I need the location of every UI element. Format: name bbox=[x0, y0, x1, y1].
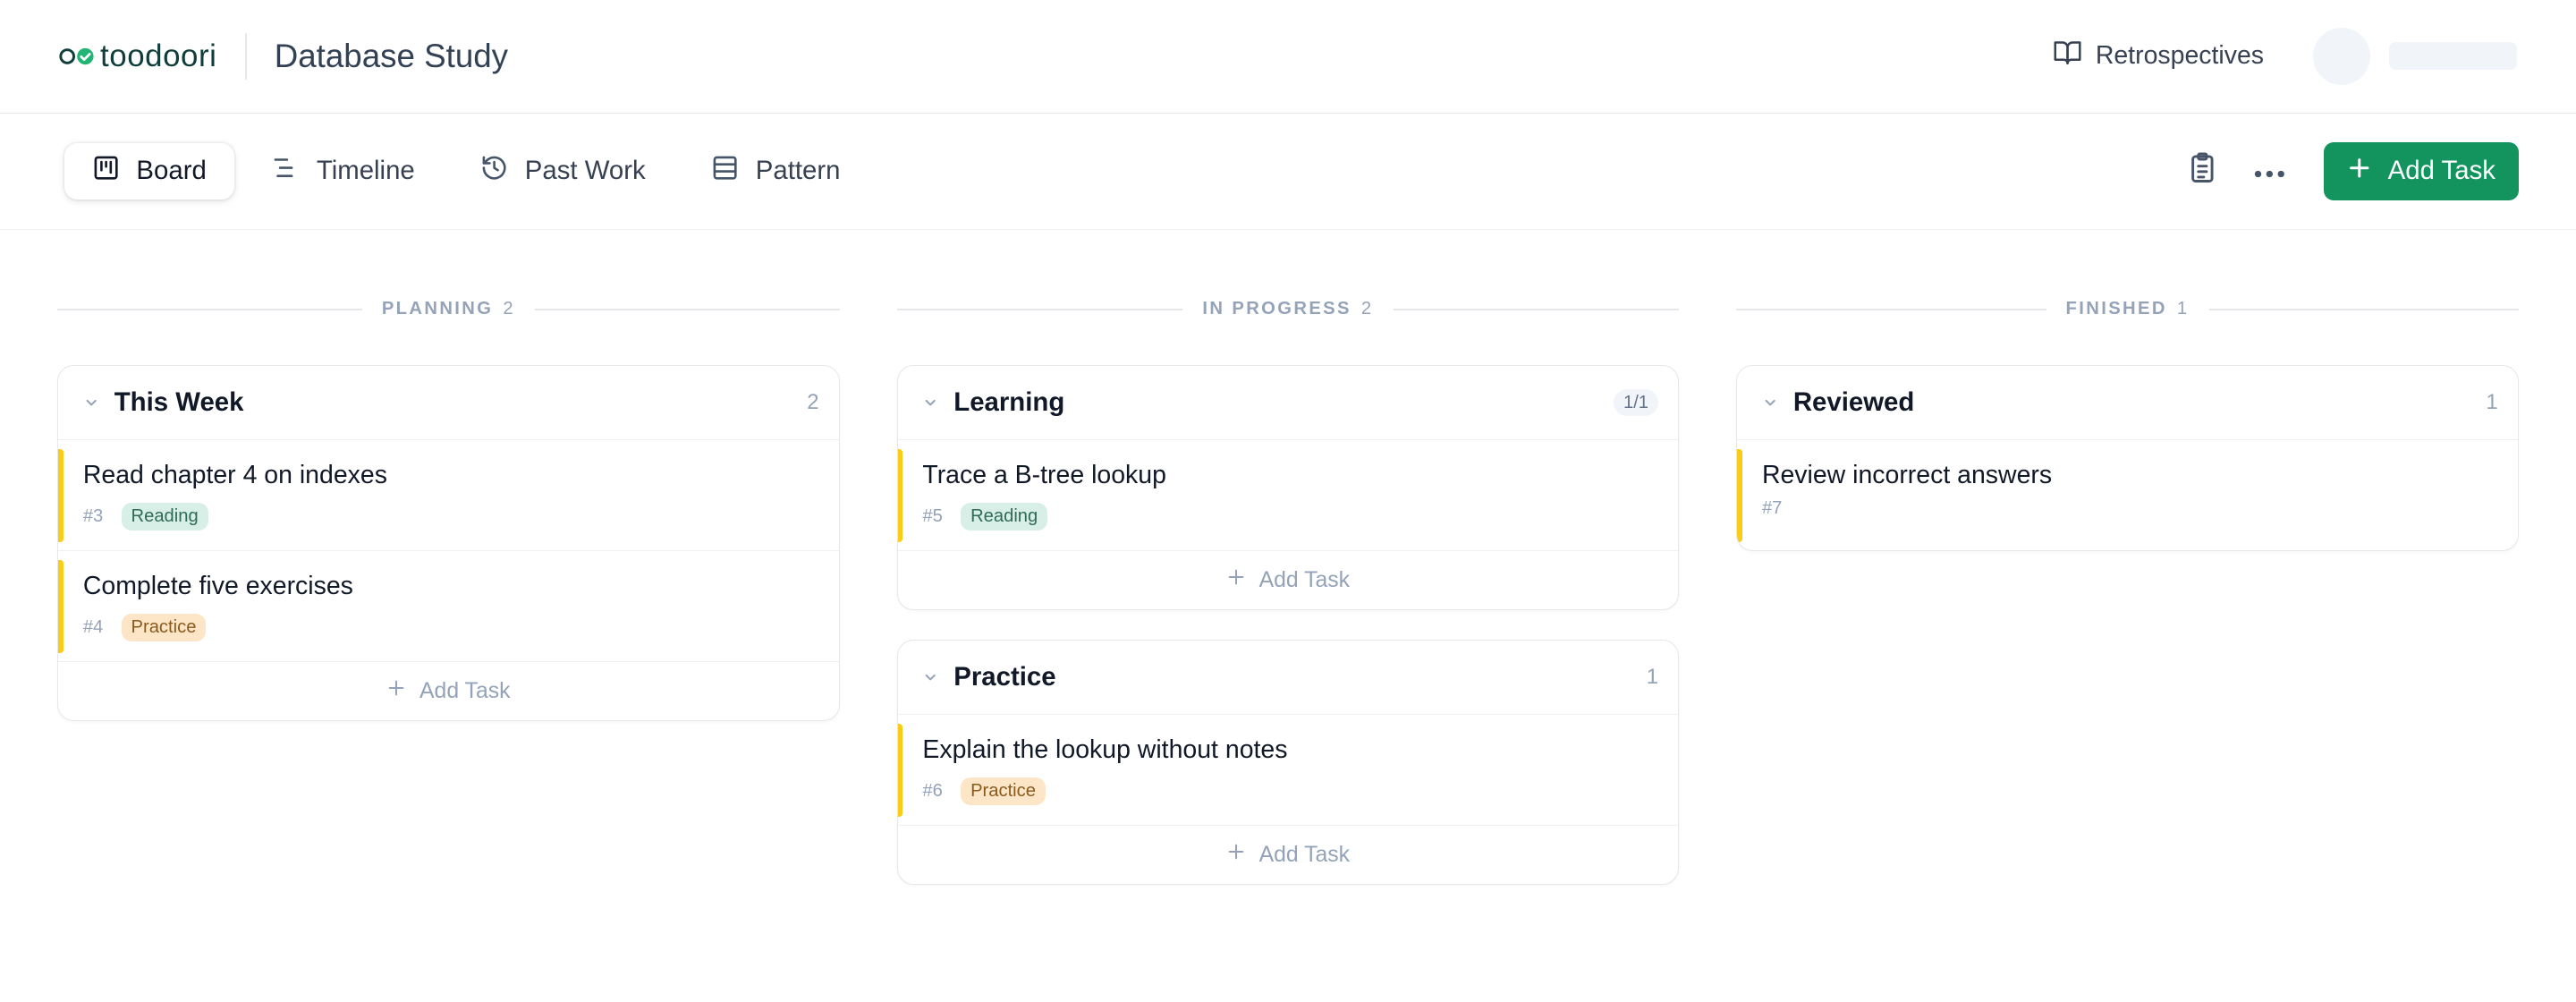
column-title-text: PLANNING bbox=[381, 298, 494, 318]
tab-pattern[interactable]: Pattern bbox=[683, 143, 869, 199]
group-name: Learning bbox=[953, 387, 1065, 418]
view-tab-bar: Board Timeline Past Work Pattern Add Tas… bbox=[0, 114, 2576, 231]
logo-text: toodoori bbox=[100, 38, 217, 73]
task-id: #3 bbox=[82, 505, 104, 526]
clipboard-icon bbox=[2186, 149, 2219, 192]
column-count: 2 bbox=[503, 298, 515, 318]
task-card[interactable]: Explain the lookup without notes #6 Prac… bbox=[897, 715, 1679, 827]
book-icon bbox=[2053, 38, 2082, 74]
chevron-down-icon[interactable] bbox=[922, 395, 938, 411]
user-name-placeholder bbox=[2388, 42, 2517, 71]
tab-board[interactable]: Board bbox=[64, 143, 235, 200]
logo-check-icon bbox=[59, 47, 95, 66]
column-header: IN PROGRESS 2 bbox=[896, 289, 1680, 328]
more-options-button[interactable] bbox=[2245, 147, 2294, 196]
group-reviewed: Reviewed 1 Review incorrect answers #7 bbox=[1736, 364, 2519, 552]
tag-practice: Practice bbox=[961, 777, 1046, 805]
group-name: Practice bbox=[953, 662, 1056, 692]
column-in-progress: IN PROGRESS 2 Learning 1/1 Trace a B-tree… bbox=[896, 232, 1680, 885]
column-planning: PLANNING 2 This Week 2 Read chapter 4 on … bbox=[57, 232, 840, 721]
group-header[interactable]: Learning 1/1 bbox=[897, 366, 1679, 441]
group-name: Reviewed bbox=[1792, 387, 1915, 418]
column-header: FINISHED 1 bbox=[1736, 289, 2519, 328]
group-count: 1/1 bbox=[1613, 388, 1659, 417]
pattern-icon bbox=[711, 154, 739, 189]
task-title: Explain the lookup without notes bbox=[922, 735, 1288, 764]
column-title: IN PROGRESS 2 bbox=[1182, 298, 1394, 319]
task-id: #7 bbox=[1761, 497, 1783, 518]
avatar[interactable] bbox=[2313, 27, 2371, 85]
chevron-down-icon[interactable] bbox=[83, 395, 99, 411]
group-header[interactable]: Practice 1 bbox=[897, 641, 1679, 716]
tab-timeline[interactable]: Timeline bbox=[244, 143, 443, 199]
add-task-button[interactable]: Add Task bbox=[2324, 142, 2519, 200]
group-learning: Learning 1/1 Trace a B-tree lookup #5 Re… bbox=[896, 364, 1680, 610]
column-title: FINISHED 1 bbox=[2046, 298, 2209, 319]
task-id: #6 bbox=[922, 780, 943, 801]
column-count: 2 bbox=[1360, 298, 1374, 318]
group-count: 1 bbox=[2486, 390, 2498, 415]
group-count: 2 bbox=[807, 390, 819, 415]
timeline-icon bbox=[272, 154, 300, 189]
add-task-label: Add Task bbox=[2387, 156, 2496, 186]
group-add-task-button[interactable]: Add Task bbox=[898, 551, 1678, 608]
column-title-text: IN PROGRESS bbox=[1202, 298, 1352, 318]
clipboard-button[interactable] bbox=[2178, 147, 2227, 196]
retrospectives-link[interactable]: Retrospectives bbox=[2053, 38, 2264, 74]
task-card[interactable]: Complete five exercises #4 Practice bbox=[58, 551, 839, 663]
task-id: #5 bbox=[922, 505, 943, 526]
group-add-task-button[interactable]: Add Task bbox=[898, 826, 1678, 883]
board-icon bbox=[92, 154, 120, 189]
group-header[interactable]: Reviewed 1 bbox=[1737, 366, 2518, 441]
group-header[interactable]: This Week 2 bbox=[58, 366, 839, 441]
column-count: 1 bbox=[2176, 298, 2190, 318]
column-title-text: FINISHED bbox=[2065, 298, 2167, 318]
tab-pattern-label: Pattern bbox=[755, 156, 841, 186]
header-divider bbox=[244, 33, 247, 80]
plus-icon bbox=[1226, 842, 1246, 868]
tag-reading: Reading bbox=[961, 503, 1048, 531]
retrospectives-label: Retrospectives bbox=[2095, 41, 2264, 71]
tag-reading: Reading bbox=[121, 503, 208, 531]
group-this-week: This Week 2 Read chapter 4 on indexes #3… bbox=[57, 364, 840, 721]
task-id: #4 bbox=[82, 616, 104, 637]
task-card[interactable]: Read chapter 4 on indexes #3 Reading bbox=[58, 440, 839, 552]
add-task-label: Add Task bbox=[419, 678, 511, 703]
top-header: toodoori Database Study Retrospectives bbox=[0, 0, 2576, 114]
app-root: toodoori Database Study Retrospectives B… bbox=[0, 0, 2576, 1002]
column-title: PLANNING 2 bbox=[361, 298, 536, 319]
task-card[interactable]: Review incorrect answers #7 bbox=[1737, 440, 2517, 550]
logo[interactable]: toodoori bbox=[59, 38, 216, 74]
group-name: This Week bbox=[114, 387, 244, 418]
plus-icon bbox=[2347, 156, 2372, 188]
task-title: Trace a B-tree lookup bbox=[922, 460, 1166, 489]
chevron-down-icon[interactable] bbox=[1762, 395, 1778, 411]
add-task-label: Add Task bbox=[1258, 567, 1351, 592]
group-add-task-button[interactable]: Add Task bbox=[58, 662, 838, 719]
tab-board-label: Board bbox=[136, 156, 207, 186]
more-horizontal-icon bbox=[2253, 156, 2286, 186]
group-practice: Practice 1 Explain the lookup without no… bbox=[896, 639, 1680, 885]
task-title: Read chapter 4 on indexes bbox=[82, 460, 387, 489]
column-finished: FINISHED 1 Reviewed 1 Review incorrect an… bbox=[1736, 232, 2519, 552]
task-title: Complete five exercises bbox=[82, 571, 353, 600]
chevron-down-icon[interactable] bbox=[922, 669, 938, 685]
page-title: Database Study bbox=[274, 37, 509, 74]
history-icon bbox=[480, 154, 508, 189]
tab-past-work-label: Past Work bbox=[524, 156, 646, 186]
task-card[interactable]: Trace a B-tree lookup #5 Reading bbox=[897, 440, 1679, 552]
tag-practice: Practice bbox=[121, 614, 207, 641]
plus-icon bbox=[1226, 567, 1246, 593]
tab-past-work[interactable]: Past Work bbox=[453, 143, 674, 199]
plus-icon bbox=[386, 678, 406, 704]
group-count: 1 bbox=[1646, 665, 1659, 690]
task-title: Review incorrect answers bbox=[1761, 460, 2053, 489]
add-task-label: Add Task bbox=[1258, 842, 1351, 867]
tab-timeline-label: Timeline bbox=[316, 156, 415, 186]
column-header: PLANNING 2 bbox=[57, 289, 840, 328]
